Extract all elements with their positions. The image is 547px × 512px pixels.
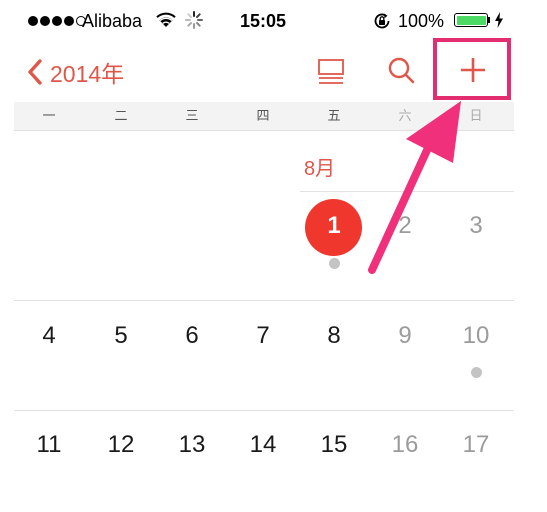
week-divider [14, 410, 514, 411]
battery-cap [488, 17, 490, 23]
carrier-name: Alibaba [82, 11, 143, 31]
event-dot [471, 367, 482, 378]
day-cell[interactable]: 16 [375, 431, 435, 459]
day-cell[interactable]: 13 [162, 431, 222, 459]
day-cell[interactable]: 6 [162, 322, 222, 350]
search-icon [388, 57, 415, 84]
activity-spinner-icon [185, 11, 203, 29]
week-divider [14, 300, 514, 301]
day-cell[interactable]: 1 [304, 212, 364, 240]
event-dot [329, 258, 340, 269]
day-cell[interactable]: 8 [304, 322, 364, 350]
weekday-thu: 四 [256, 108, 270, 123]
weekday-mon: 一 [42, 108, 56, 123]
day-cell[interactable]: 15 [304, 431, 364, 459]
chevron-left-icon [28, 59, 42, 85]
wifi-icon [156, 12, 176, 27]
list-view-button[interactable] [316, 56, 346, 88]
back-to-year-button[interactable]: 2014年 [26, 54, 124, 90]
signal-strength-icon [28, 13, 86, 29]
day-cell[interactable]: 17 [446, 431, 506, 459]
day-cell[interactable]: 9 [375, 322, 435, 350]
day-cell[interactable]: 7 [233, 322, 293, 350]
weekday-tue: 二 [114, 108, 128, 123]
day-cell[interactable]: 12 [91, 431, 151, 459]
plus-icon [461, 58, 485, 82]
day-cell[interactable]: 4 [19, 322, 79, 350]
day-cell[interactable]: 10 [446, 322, 506, 350]
weekday-sun: 日 [469, 108, 483, 123]
weekday-fri: 五 [327, 108, 341, 123]
status-time: 15:05 [240, 11, 287, 31]
day-cell[interactable]: 2 [375, 212, 435, 240]
battery-percent: 100% [398, 11, 445, 31]
nav-bar: 2014年 [0, 38, 547, 102]
add-event-button[interactable] [433, 38, 511, 100]
battery-icon [454, 13, 488, 27]
day-cell[interactable]: 11 [19, 431, 79, 459]
weekday-wed: 三 [185, 108, 199, 123]
search-button[interactable] [386, 54, 418, 88]
day-cell[interactable]: 5 [91, 322, 151, 350]
weekday-header: 一 二 三 四 五 六 日 [14, 102, 514, 131]
weekday-sat: 六 [398, 108, 412, 123]
day-cell[interactable]: 14 [233, 431, 293, 459]
month-label: 8月 [304, 158, 336, 180]
back-button-label: 2014年 [50, 61, 125, 87]
rotation-lock-icon [374, 13, 390, 29]
list-icon [318, 59, 344, 84]
charging-icon [495, 12, 503, 28]
month-divider [300, 191, 514, 192]
day-cell[interactable]: 3 [446, 212, 506, 240]
